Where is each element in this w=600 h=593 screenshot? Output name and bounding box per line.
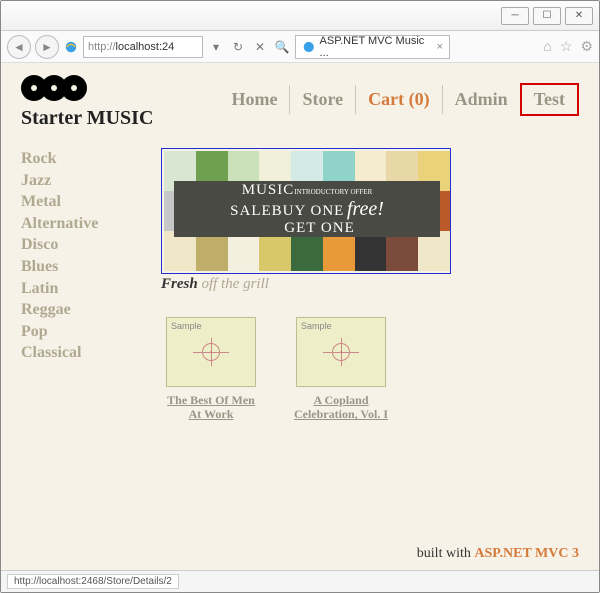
genre-sidebar: RockJazzMetalAlternativeDiscoBluesLatinR… — [21, 148, 141, 422]
footer-mvc-link[interactable]: ASP.NET MVC 3 — [474, 546, 579, 561]
site-brand: Starter MUSIC — [21, 107, 153, 130]
sidebar-item-rock[interactable]: Rock — [21, 148, 141, 170]
nav-test[interactable]: Test — [520, 83, 579, 116]
sidebar-item-disco[interactable]: Disco — [21, 234, 141, 256]
dropdown-icon[interactable]: ▾ — [207, 38, 225, 56]
sidebar-item-latin[interactable]: Latin — [21, 278, 141, 300]
banner-mosaic: MUSICINTRODUCTORY OFFER SALEBUY ONE free… — [164, 151, 450, 271]
tab-favicon-icon — [302, 40, 316, 54]
tagline: Fresh off the grill — [161, 276, 579, 293]
album-title-link[interactable]: A Copland Celebration, Vol. I — [291, 393, 391, 422]
banner-overlay: MUSICINTRODUCTORY OFFER SALEBUY ONE free… — [174, 181, 440, 237]
maximize-button[interactable]: ☐ — [533, 7, 561, 25]
nav-admin[interactable]: Admin — [442, 85, 520, 114]
search-icon[interactable]: 🔍 — [273, 38, 291, 56]
album-item: Sample A Copland Celebration, Vol. I — [291, 317, 391, 422]
footer: built with ASP.NET MVC 3 — [417, 546, 579, 562]
sample-label: Sample — [171, 321, 202, 331]
site-logo-icon — [21, 75, 153, 101]
nav-cart[interactable]: Cart (0) — [355, 85, 441, 114]
home-icon[interactable]: ⌂ — [543, 38, 551, 55]
album-thumb[interactable]: Sample — [166, 317, 256, 387]
tools-icon[interactable]: ⚙ — [580, 38, 593, 55]
browser-tab[interactable]: ASP.NET MVC Music ... × — [295, 35, 450, 59]
back-button[interactable]: ◄ — [7, 35, 31, 59]
refresh-icon[interactable]: ↻ — [229, 38, 247, 56]
sidebar-item-alternative[interactable]: Alternative — [21, 213, 141, 235]
sidebar-item-blues[interactable]: Blues — [21, 256, 141, 278]
sidebar-item-pop[interactable]: Pop — [21, 321, 141, 343]
stop-icon[interactable]: ✕ — [251, 38, 269, 56]
sample-label: Sample — [301, 321, 332, 331]
album-list: Sample The Best Of Men At Work Sample A Cop… — [161, 317, 579, 422]
main-nav: Home Store Cart (0) Admin Test — [220, 83, 580, 116]
sidebar-item-metal[interactable]: Metal — [21, 191, 141, 213]
minimize-button[interactable]: ─ — [501, 7, 529, 25]
album-thumb[interactable]: Sample — [296, 317, 386, 387]
sidebar-item-reggae[interactable]: Reggae — [21, 299, 141, 321]
favorites-icon[interactable]: ☆ — [560, 38, 573, 55]
page-content: Starter MUSIC Home Store Cart (0) Admin … — [1, 63, 599, 570]
tab-title: ASP.NET MVC Music ... — [320, 35, 433, 59]
ie-logo-icon — [63, 39, 79, 55]
status-bar: http://localhost:2468/Store/Details/2 — [1, 570, 599, 592]
nav-home[interactable]: Home — [220, 85, 290, 114]
nav-store[interactable]: Store — [289, 85, 355, 114]
close-button[interactable]: ✕ — [565, 7, 593, 25]
address-bar[interactable]: http://localhost:24 — [83, 36, 203, 58]
tab-close-icon[interactable]: × — [437, 41, 443, 53]
sidebar-item-classical[interactable]: Classical — [21, 342, 141, 364]
url-host: localhost:24 — [116, 41, 175, 53]
forward-button[interactable]: ► — [35, 35, 59, 59]
album-title-link[interactable]: The Best Of Men At Work — [161, 393, 261, 422]
status-text: http://localhost:2468/Store/Details/2 — [7, 574, 179, 589]
album-item: Sample The Best Of Men At Work — [161, 317, 261, 422]
url-scheme: http:// — [88, 41, 116, 53]
window-titlebar: ─ ☐ ✕ — [1, 1, 599, 31]
browser-toolbar: ◄ ► http://localhost:24 ▾ ↻ ✕ 🔍 ASP.NET … — [1, 31, 599, 63]
sidebar-item-jazz[interactable]: Jazz — [21, 170, 141, 192]
promo-banner[interactable]: MUSICINTRODUCTORY OFFER SALEBUY ONE free… — [161, 148, 451, 274]
